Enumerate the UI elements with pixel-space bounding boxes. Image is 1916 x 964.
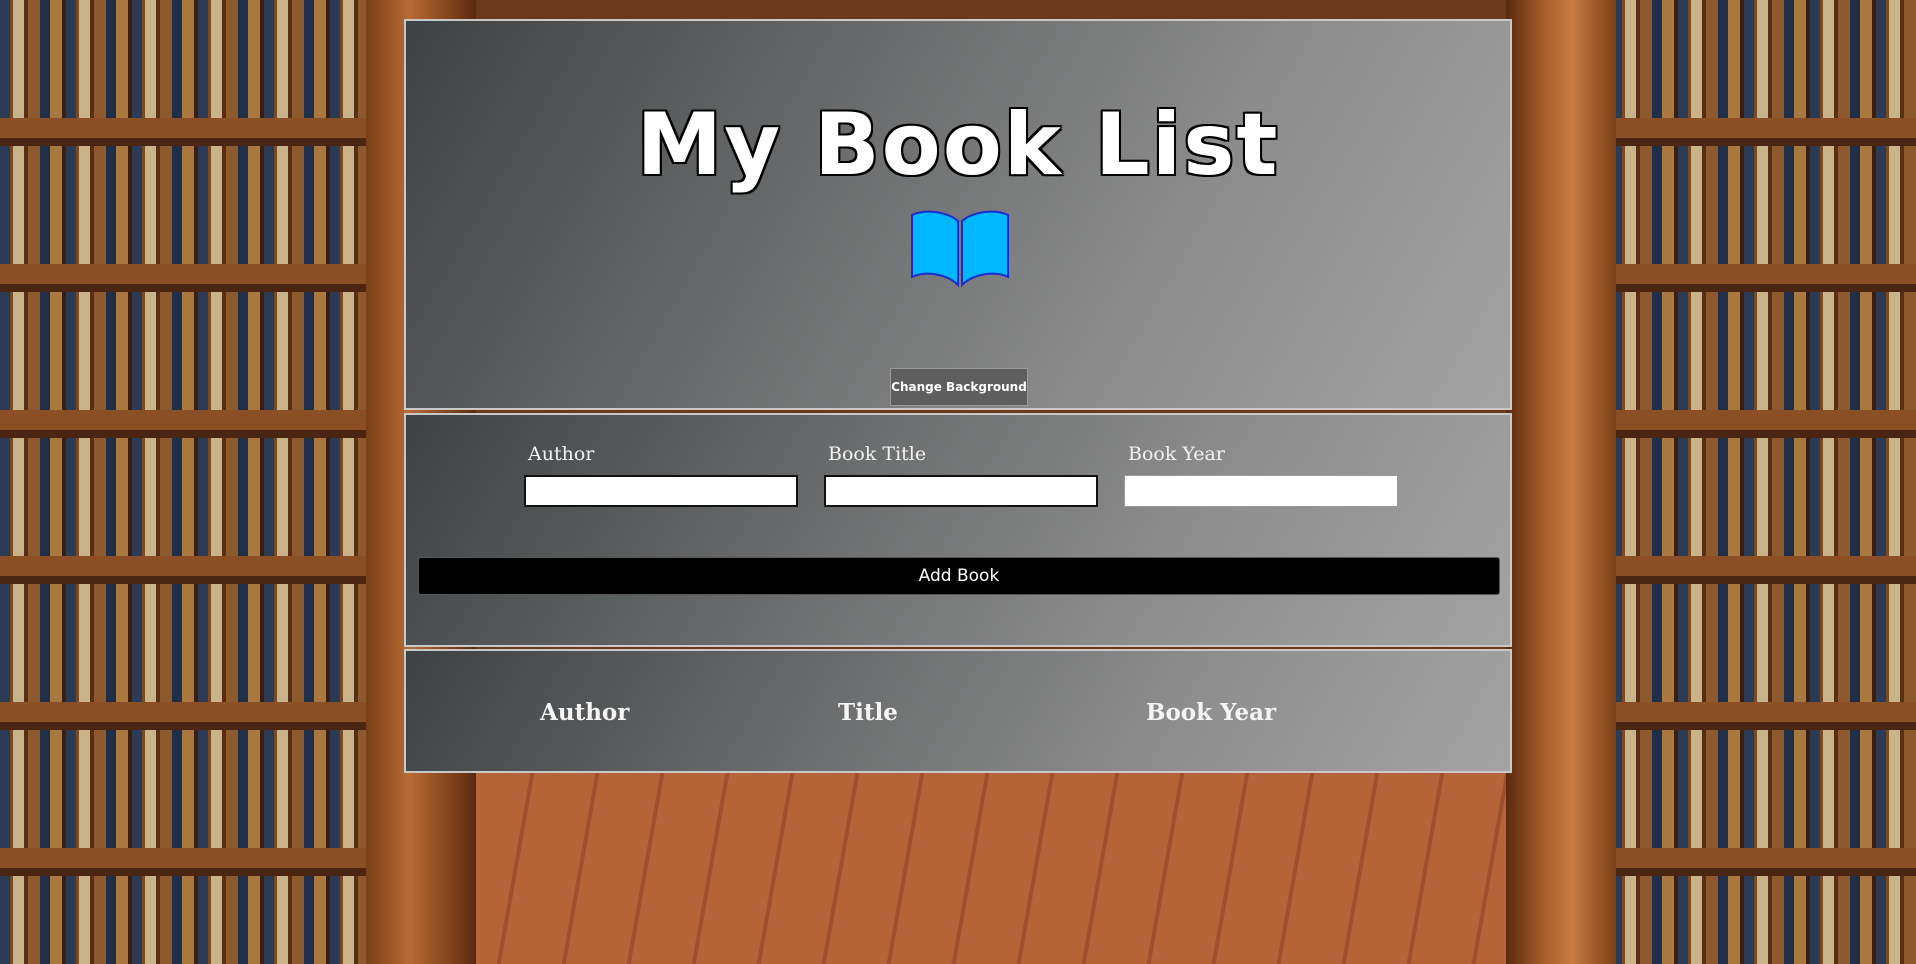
right-bookshelf [1612,0,1916,964]
change-background-button[interactable]: Change Background [890,368,1028,406]
page-title: My Book List [636,95,1280,195]
author-input[interactable] [524,475,798,507]
add-book-button[interactable]: Add Book [418,557,1500,595]
book-title-label: Book Title [828,443,927,465]
author-label: Author [528,443,595,465]
wood-floor [470,770,1510,964]
right-door-frame [1506,0,1616,964]
book-year-label: Book Year [1128,443,1225,465]
book-year-input[interactable] [1124,475,1398,507]
header-panel: My Book List Change Background [404,19,1512,410]
book-list-panel: Author Title Book Year [404,649,1512,773]
column-header-title: Title [838,699,898,726]
column-header-book-year: Book Year [1146,699,1277,726]
left-bookshelf [0,0,372,964]
column-header-author: Author [540,699,630,726]
book-title-input[interactable] [824,475,1098,507]
open-book-icon [911,210,1009,288]
book-form-panel: Author Book Title Book Year Add Book [404,413,1512,647]
